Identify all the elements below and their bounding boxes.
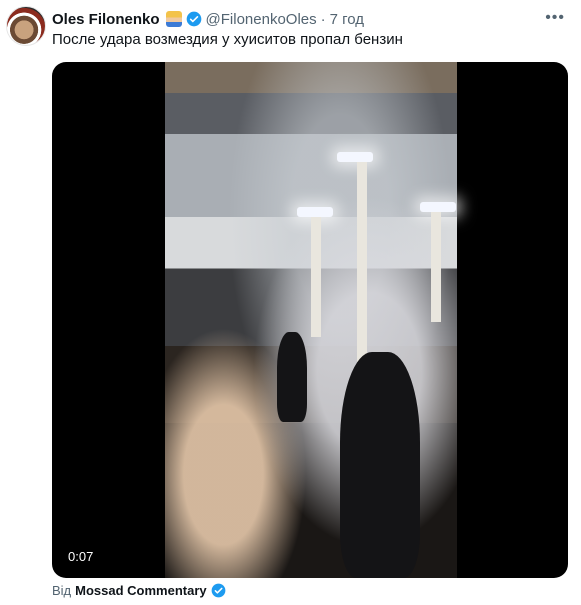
video-frame[interactable] — [165, 62, 457, 578]
canopy-pillar — [311, 217, 321, 337]
display-name[interactable]: Oles Filonenko — [52, 11, 160, 28]
video-player[interactable]: 0:07 — [52, 62, 568, 578]
handle[interactable]: @FilonenkoOles — [206, 11, 317, 28]
person-silhouette — [340, 352, 420, 578]
video-duration: 0:07 — [62, 547, 100, 566]
timestamp[interactable]: 7 год — [330, 11, 364, 28]
video-attribution: Від Mossad Commentary — [52, 583, 230, 598]
canopy-pillar — [357, 162, 367, 362]
attribution-prefix: Від — [52, 583, 72, 598]
tweet-text: После удара возмездия у хуиситов пропал … — [52, 31, 403, 48]
ceiling-light — [420, 202, 456, 212]
verified-badge-icon — [211, 583, 226, 598]
woman-with-headscarf-emoji-icon — [165, 11, 182, 27]
tweet-header: Oles Filonenko @FilonenkoOles · 7 год ••… — [52, 9, 571, 29]
ceiling-light — [337, 152, 373, 162]
person-silhouette — [277, 332, 307, 422]
more-dots-icon[interactable]: ••• — [545, 9, 565, 27]
separator-dot: · — [320, 10, 326, 28]
ceiling-light — [297, 207, 333, 217]
verified-badge-icon — [186, 11, 201, 27]
avatar[interactable] — [6, 6, 46, 46]
attribution-source[interactable]: Mossad Commentary — [75, 583, 206, 598]
canopy-pillar — [431, 212, 441, 322]
